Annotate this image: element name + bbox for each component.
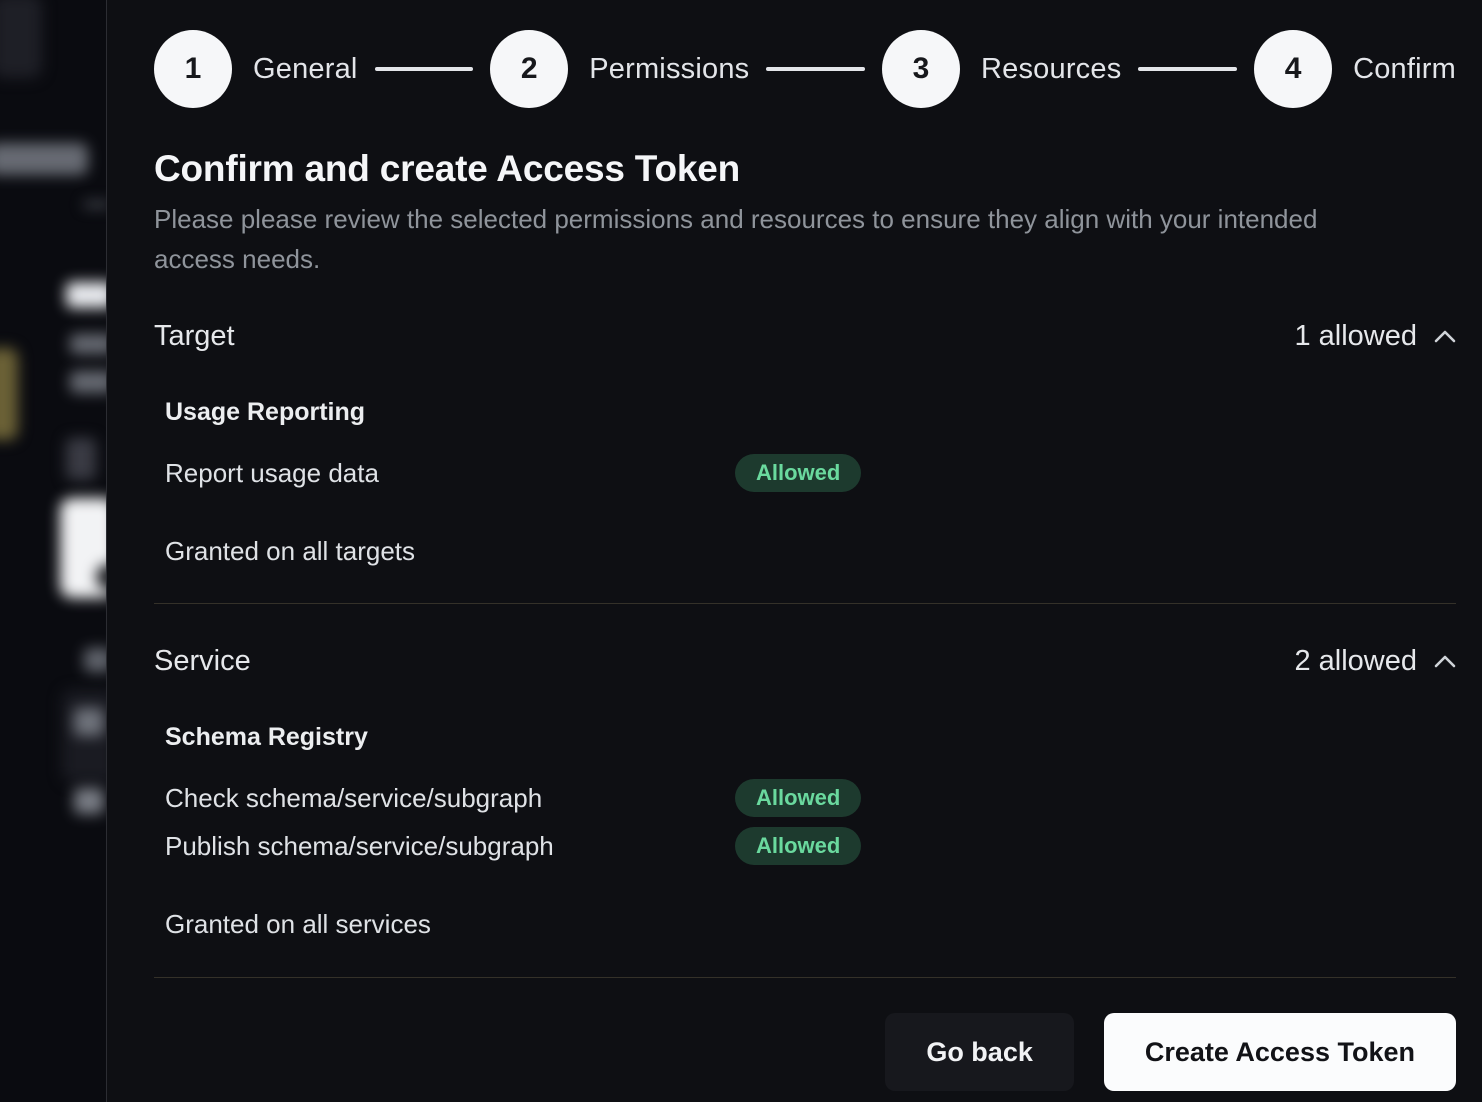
page-title: Confirm and create Access Token (154, 148, 1456, 190)
section-name: Service (154, 645, 251, 678)
step-number: 1 (185, 52, 202, 86)
section-divider (154, 603, 1456, 604)
blurred-card (60, 498, 106, 598)
step-number: 3 (913, 52, 930, 86)
step-general[interactable]: 1 General (154, 30, 358, 108)
create-access-token-panel: 1 General 2 Permissions 3 Resources 4 Co… (106, 0, 1482, 1102)
permission-group-usage-reporting: Usage Reporting Report usage data Allowe… (165, 398, 1456, 492)
step-number-circle: 2 (490, 30, 568, 108)
step-connector (766, 67, 865, 71)
backdrop-page (0, 0, 106, 1102)
permission-label: Publish schema/service/subgraph (165, 831, 735, 862)
permission-group-schema-registry: Schema Registry Check schema/service/sub… (165, 723, 1456, 865)
blurred-list-item-2 (74, 708, 104, 736)
group-title: Schema Registry (165, 723, 1456, 752)
footer-actions: Go back Create Access Token (154, 1013, 1456, 1091)
section-header-service: Service 2 allowed (154, 645, 1456, 678)
blurred-list-item-1 (84, 648, 106, 672)
step-resources[interactable]: 3 Resources (882, 30, 1121, 108)
status-badge: Allowed (735, 779, 861, 817)
blurred-list-item-3 (74, 788, 104, 814)
section-collapse-toggle-target[interactable]: 1 allowed (1294, 320, 1456, 353)
blurred-heading-text (66, 282, 106, 308)
status-badge: Allowed (735, 454, 861, 492)
create-access-token-button[interactable]: Create Access Token (1104, 1013, 1456, 1091)
group-title: Usage Reporting (165, 398, 1456, 427)
blurred-icon (66, 438, 96, 480)
blurred-nav-label (0, 143, 88, 175)
step-connector (375, 67, 474, 71)
granted-note-target: Granted on all targets (165, 536, 1456, 567)
blurred-subtext-1 (70, 334, 106, 354)
section-name: Target (154, 320, 235, 353)
blurred-divider (84, 202, 106, 207)
page-description: Please please review the selected permis… (154, 199, 1394, 279)
step-label: Resources (981, 53, 1121, 86)
allowed-count: 1 allowed (1294, 320, 1417, 353)
blurred-accent-blob (0, 348, 18, 440)
step-confirm[interactable]: 4 Confirm (1254, 30, 1456, 108)
step-number: 2 (521, 52, 538, 86)
blurred-subtext-2 (70, 371, 106, 393)
step-connector (1138, 67, 1237, 71)
blurred-app-logo (0, 0, 42, 78)
step-number-circle: 3 (882, 30, 960, 108)
status-badge: Allowed (735, 827, 861, 865)
go-back-button[interactable]: Go back (885, 1013, 1074, 1091)
step-label: Permissions (589, 53, 749, 86)
allowed-count: 2 allowed (1294, 645, 1417, 678)
section-collapse-toggle-service[interactable]: 2 allowed (1294, 645, 1456, 678)
step-label: General (253, 53, 358, 86)
chevron-up-icon (1434, 655, 1456, 668)
wizard-stepper: 1 General 2 Permissions 3 Resources 4 Co… (154, 30, 1456, 108)
permission-row: Report usage data Allowed (165, 454, 1456, 492)
blurred-list-item-box (62, 690, 106, 782)
step-label: Confirm (1353, 53, 1456, 86)
footer-divider (154, 977, 1456, 978)
step-number-circle: 1 (154, 30, 232, 108)
permission-row: Publish schema/service/subgraph Allowed (165, 827, 1456, 865)
granted-note-service: Granted on all services (165, 909, 1456, 940)
step-number-circle: 4 (1254, 30, 1332, 108)
step-number: 4 (1285, 52, 1302, 86)
section-header-target: Target 1 allowed (154, 320, 1456, 353)
permission-row: Check schema/service/subgraph Allowed (165, 779, 1456, 817)
permission-label: Check schema/service/subgraph (165, 783, 735, 814)
permission-label: Report usage data (165, 458, 735, 489)
chevron-up-icon (1434, 330, 1456, 343)
step-permissions[interactable]: 2 Permissions (490, 30, 749, 108)
